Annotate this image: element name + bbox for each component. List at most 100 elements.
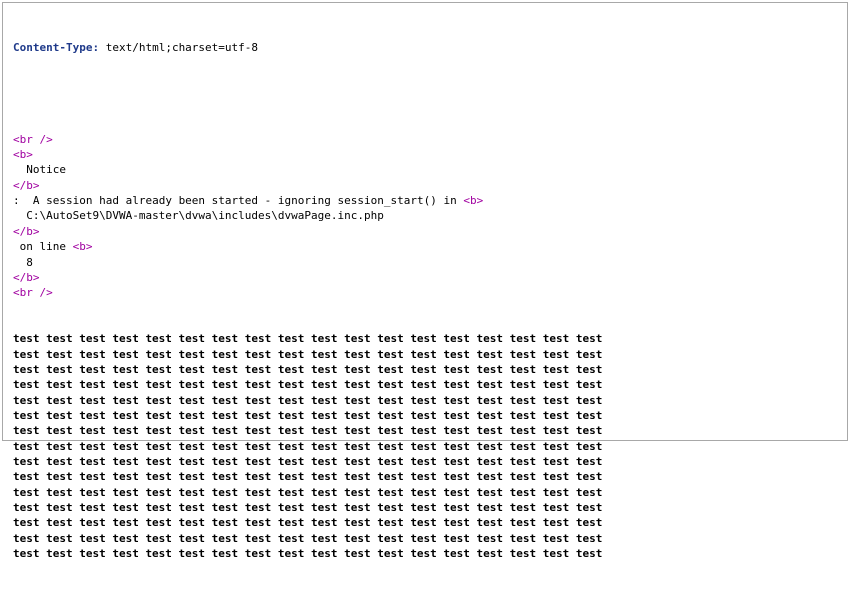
- test-row: test test test test test test test test test test…: [13, 515, 609, 530]
- test-word: test: [13, 332, 40, 346]
- test-word: test: [13, 470, 40, 484]
- test-word: test: [542, 454, 570, 468]
- test-word: test: [13, 393, 40, 407]
- html-tag: </b>: [13, 178, 40, 192]
- test-word: test: [244, 393, 272, 407]
- test-word: test: [344, 485, 371, 499]
- test-word: test: [542, 347, 570, 361]
- test-word: test: [211, 470, 239, 484]
- html-tag: </b>: [13, 270, 40, 284]
- test-word: test: [46, 362, 73, 376]
- test-word: test: [575, 347, 603, 361]
- test-word: test: [211, 501, 239, 514]
- test-word: test: [476, 378, 504, 392]
- test-word: test: [277, 439, 305, 453]
- html-tag: <br />: [13, 286, 53, 300]
- test-word: test: [377, 485, 404, 499]
- test-word: test: [211, 547, 239, 561]
- test-word: test: [310, 454, 338, 468]
- test-word: test: [244, 347, 272, 361]
- response-line: <br />: [13, 285, 609, 300]
- test-word: test: [377, 393, 404, 407]
- test-word: test: [476, 332, 504, 346]
- test-word: test: [542, 408, 570, 422]
- test-word: test: [310, 516, 338, 530]
- test-word: test: [509, 332, 537, 346]
- test-word: test: [344, 501, 371, 514]
- test-word: test: [410, 485, 437, 499]
- test-word: test: [377, 378, 404, 392]
- test-row: test test test test test test test test test test…: [13, 439, 609, 454]
- response-line: C:\AutoSet9\DVWA-master\dvwa\includes\dv…: [13, 208, 609, 223]
- test-word: test: [410, 408, 437, 422]
- test-word: test: [178, 408, 206, 422]
- test-word: test: [344, 347, 371, 361]
- test-word: test: [178, 501, 206, 514]
- test-word: test: [244, 332, 272, 346]
- test-word: test: [344, 439, 371, 453]
- test-word: test: [344, 516, 371, 530]
- test-word: test: [244, 454, 272, 468]
- test-word: test: [13, 378, 40, 392]
- test-word: test: [443, 485, 470, 499]
- test-word: test: [277, 501, 305, 514]
- test-word: test: [277, 516, 305, 530]
- test-word: test: [344, 393, 371, 407]
- html-tag: <b>: [13, 148, 33, 162]
- test-word: test: [476, 485, 504, 499]
- test-word: test: [178, 470, 206, 484]
- test-word: test: [79, 547, 106, 561]
- test-word: test: [277, 454, 305, 468]
- body-lines: <br /> <b> Notice </b>: A session had alrea…: [13, 132, 609, 301]
- test-word: test: [244, 547, 272, 561]
- test-word: test: [410, 470, 437, 484]
- test-row: test test test test test test test test test test…: [13, 393, 609, 408]
- test-row: test test test test test test test test test test…: [13, 362, 609, 377]
- test-word: test: [509, 547, 537, 561]
- test-word: test: [277, 531, 305, 545]
- test-word: test: [112, 439, 139, 453]
- test-word: test: [13, 501, 40, 514]
- test-word: test: [542, 424, 570, 438]
- line-text: on line: [19, 240, 73, 254]
- test-word: test: [476, 393, 504, 407]
- test-row: test test test test test test test test test test…: [13, 347, 609, 362]
- test-word: test: [244, 378, 272, 392]
- test-word: test: [244, 424, 272, 438]
- test-word: test: [443, 531, 470, 545]
- test-word: test: [509, 424, 537, 438]
- test-word: test: [145, 424, 172, 438]
- test-word: test: [443, 393, 470, 407]
- test-word: test: [244, 470, 272, 484]
- test-word: test: [476, 347, 504, 361]
- test-word: test: [46, 547, 73, 561]
- test-word: test: [145, 347, 172, 361]
- test-word: test: [509, 408, 537, 422]
- response-line: </b>: [13, 224, 609, 239]
- header-value: text/html;charset=utf-8: [99, 40, 259, 54]
- test-word: test: [46, 439, 73, 453]
- test-word: test: [13, 439, 40, 453]
- test-word: test: [575, 516, 603, 530]
- content-type-header: Content-Type: text/html;charset=utf-8: [13, 40, 609, 55]
- test-word: test: [443, 470, 470, 484]
- test-word: test: [377, 470, 404, 484]
- test-word: test: [244, 501, 272, 514]
- test-word: test: [443, 547, 470, 561]
- test-word: test: [310, 424, 338, 438]
- test-word: test: [46, 516, 73, 530]
- test-word: test: [112, 378, 139, 392]
- test-word: test: [575, 393, 603, 407]
- test-word: test: [211, 393, 239, 407]
- test-word: test: [178, 378, 206, 392]
- test-word: test: [178, 347, 206, 361]
- test-row: test test test test test test test test test test…: [13, 423, 609, 438]
- line-text: 8: [26, 255, 33, 269]
- test-word: test: [112, 454, 139, 468]
- test-word: test: [575, 424, 603, 438]
- test-word: test: [443, 378, 470, 392]
- test-word: test: [79, 362, 106, 376]
- test-word: test: [575, 408, 603, 422]
- test-word: test: [509, 470, 537, 484]
- test-word: test: [79, 531, 106, 545]
